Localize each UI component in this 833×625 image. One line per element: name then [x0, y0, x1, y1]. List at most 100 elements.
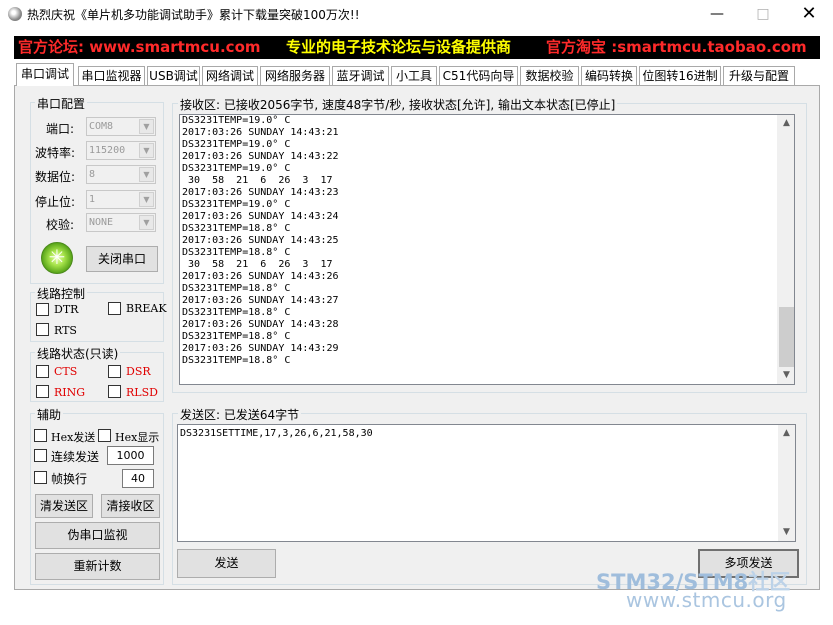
tab-network-server[interactable]: 网络服务器	[260, 66, 330, 85]
led-spark-icon: ✳	[48, 245, 66, 269]
frame-wrap-checkbox[interactable]	[34, 471, 47, 484]
frame-wrap-label: 帧换行	[51, 472, 88, 486]
chevron-down-icon: ▼	[139, 192, 154, 207]
watermark-url: www.stmcu.org	[626, 588, 787, 612]
databits-label: 数据位:	[35, 170, 76, 184]
hex-display-checkbox[interactable]	[98, 429, 111, 442]
receive-line: DS3231TEMP=19.0° C	[182, 139, 291, 150]
port-label: 端口:	[46, 122, 75, 136]
break-checkbox[interactable]	[108, 302, 121, 315]
scroll-up-icon[interactable]: ▲	[778, 115, 794, 132]
clear-send-button[interactable]: 清发送区	[35, 494, 93, 518]
rlsd-label: RLSD	[126, 386, 158, 399]
send-content: DS3231SETTIME,17,3,26,6,21,58,30	[180, 428, 373, 439]
rts-label: RTS	[54, 324, 77, 337]
recount-button[interactable]: 重新计数	[35, 553, 160, 580]
stopbits-select[interactable]: 1 ▼	[86, 190, 156, 209]
receive-line: 2017:03:26 SUNDAY 14:43:27	[182, 295, 339, 306]
promo-banner: 官方论坛: www.smartmcu.com 专业的电子技术论坛与设备提供商 官…	[14, 36, 820, 59]
cts-label: CTS	[54, 365, 78, 378]
close-port-button[interactable]: 关闭串口	[86, 246, 158, 272]
serial-config-title: 串口配置	[35, 95, 88, 112]
line-status-title: 线路状态(只读)	[35, 345, 121, 362]
continuous-interval-input[interactable]: 1000	[107, 446, 154, 465]
receive-line: 2017:03:26 SUNDAY 14:43:29	[182, 343, 339, 354]
tab-serial-monitor[interactable]: 串口监视器	[78, 66, 145, 85]
break-label: BREAK	[126, 302, 167, 315]
dtr-checkbox[interactable]	[36, 303, 49, 316]
tab-encoding-convert[interactable]: 编码转换	[581, 66, 637, 85]
tab-upgrade-config[interactable]: 升级与配置	[723, 66, 795, 85]
receive-line: 2017:03:26 SUNDAY 14:43:26	[182, 271, 339, 282]
banner-forum-link[interactable]: 官方论坛: www.smartmcu.com	[18, 36, 261, 58]
send-scrollbar[interactable]: ▲ ▼	[778, 425, 795, 541]
receive-line: DS3231TEMP=18.8° C	[182, 223, 291, 234]
receive-line: 2017:03:26 SUNDAY 14:43:25	[182, 235, 339, 246]
receive-line: 2017:03:26 SUNDAY 14:43:22	[182, 151, 339, 162]
dtr-label: DTR	[54, 303, 79, 316]
tab-bluetooth-debug[interactable]: 蓝牙调试	[332, 66, 389, 85]
tab-c51-wizard[interactable]: C51代码向导	[439, 66, 518, 85]
hex-send-checkbox[interactable]	[34, 429, 47, 442]
databits-select[interactable]: 8 ▼	[86, 165, 156, 184]
tab-bitmap-hex[interactable]: 位图转16进制	[639, 66, 721, 85]
send-textarea[interactable]: DS3231SETTIME,17,3,26,6,21,58,30 ▲ ▼	[177, 424, 796, 542]
chevron-down-icon: ▼	[139, 143, 154, 158]
parity-select[interactable]: NONE ▼	[86, 213, 156, 232]
banner-slogan: 专业的电子技术论坛与设备提供商	[286, 38, 512, 56]
port-select[interactable]: COM8 ▼	[86, 117, 156, 136]
send-button[interactable]: 发送	[177, 549, 276, 578]
tab-tools[interactable]: 小工具	[391, 66, 437, 85]
dsr-label: DSR	[126, 365, 151, 378]
maximize-button[interactable]: □	[740, 0, 786, 30]
pseudo-monitor-button[interactable]: 伪串口监视	[35, 522, 160, 549]
chevron-down-icon: ▼	[139, 167, 154, 182]
dsr-checkbox	[108, 365, 121, 378]
baud-value: 115200	[89, 145, 126, 156]
baud-label: 波特率:	[35, 146, 76, 160]
receive-line: DS3231TEMP=18.8° C	[182, 307, 291, 318]
receive-line: 2017:03:26 SUNDAY 14:43:21	[182, 127, 339, 138]
baud-select[interactable]: 115200 ▼	[86, 141, 156, 160]
receive-line: DS3231TEMP=18.8° C	[182, 283, 291, 294]
scroll-down-icon[interactable]: ▼	[778, 367, 794, 384]
scroll-thumb[interactable]	[779, 307, 794, 367]
scroll-down-icon[interactable]: ▼	[778, 524, 795, 541]
tab-data-checksum[interactable]: 数据校验	[520, 66, 579, 85]
tab-serial-debug[interactable]: 串口调试	[16, 63, 74, 86]
frame-wrap-input[interactable]: 40	[122, 469, 154, 488]
send-title: 发送区: 已发送64字节	[178, 406, 302, 423]
stopbits-label: 停止位:	[35, 195, 76, 209]
rts-checkbox[interactable]	[36, 323, 49, 336]
receive-textarea[interactable]: DS3231TEMP=19.0° C 2017:03:26 SUNDAY 14:4…	[179, 114, 795, 385]
tab-network-debug[interactable]: 网络调试	[202, 66, 258, 85]
tab-strip: 串口调试 串口监视器 USB调试 网络调试 网络服务器 蓝牙调试 小工具 C51…	[14, 63, 820, 86]
chevron-down-icon: ▼	[139, 215, 154, 230]
chevron-down-icon: ▼	[139, 119, 154, 134]
continuous-send-checkbox[interactable]	[34, 449, 47, 462]
ring-label: RING	[54, 386, 86, 399]
receive-line: DS3231TEMP=19.0° C	[182, 199, 291, 210]
receive-line: DS3231TEMP=18.8° C	[182, 247, 291, 258]
receive-title: 接收区: 已接收2056字节, 速度48字节/秒, 接收状态[允许], 输出文本…	[178, 96, 618, 113]
window-title: 热烈庆祝《单片机多功能调试助手》累计下载量突破100万次!!	[27, 8, 360, 22]
hex-display-label: Hex显示	[115, 431, 160, 444]
close-window-button[interactable]: ✕	[786, 0, 832, 30]
banner-shop-link[interactable]: 官方淘宝 :smartmcu.taobao.com	[546, 36, 807, 58]
line-control-title: 线路控制	[35, 285, 88, 302]
minimize-button[interactable]: —	[694, 0, 740, 30]
receive-line: 30 58 21 6 26 3 17	[182, 175, 333, 186]
cts-checkbox	[36, 365, 49, 378]
app-icon[interactable]	[8, 7, 22, 21]
stopbits-value: 1	[89, 194, 96, 205]
aux-title: 辅助	[35, 406, 64, 423]
receive-line: 2017:03:26 SUNDAY 14:43:24	[182, 211, 339, 222]
receive-line: DS3231TEMP=19.0° C	[182, 115, 291, 126]
tab-usb-debug[interactable]: USB调试	[147, 66, 200, 85]
receive-line: 2017:03:26 SUNDAY 14:43:28	[182, 319, 339, 330]
receive-scrollbar[interactable]: ▲ ▼	[777, 115, 794, 384]
clear-recv-button[interactable]: 清接收区	[101, 494, 160, 518]
receive-line: DS3231TEMP=18.8° C	[182, 331, 291, 342]
receive-line: 2017:03:26 SUNDAY 14:43:23	[182, 187, 339, 198]
scroll-up-icon[interactable]: ▲	[778, 425, 795, 442]
